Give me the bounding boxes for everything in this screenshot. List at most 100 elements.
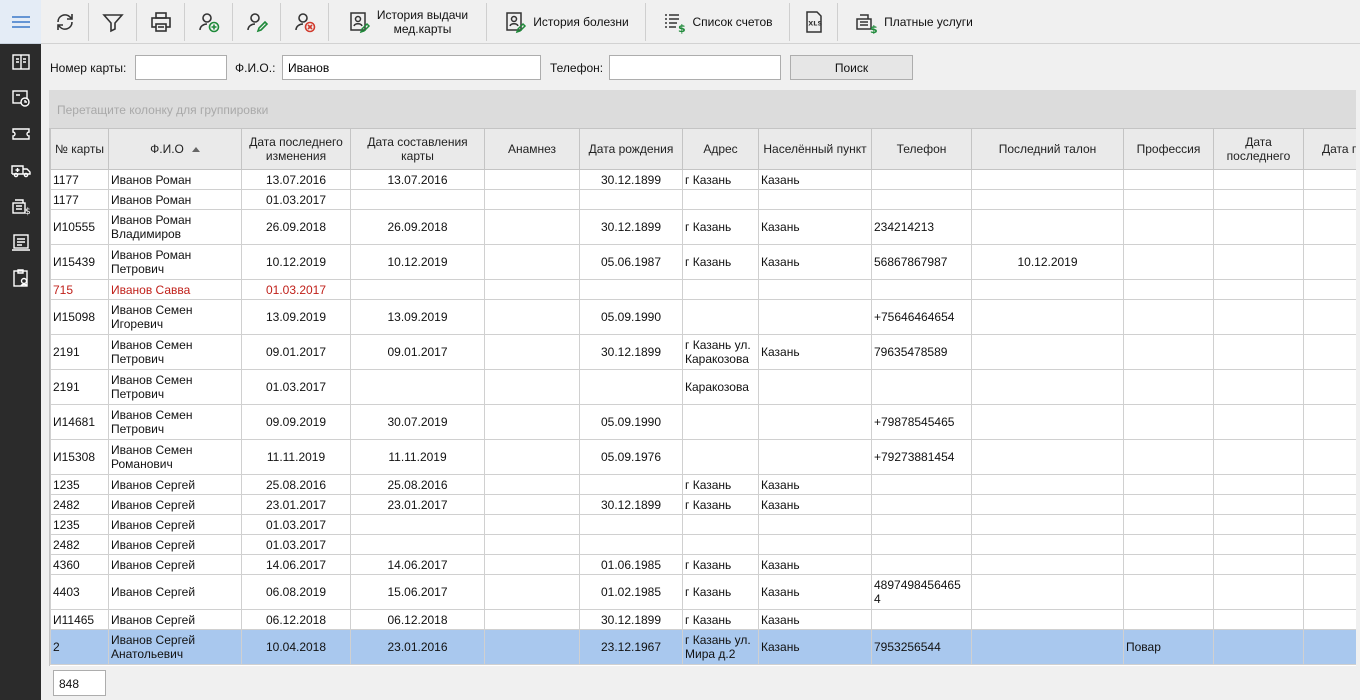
card-number-input[interactable] bbox=[135, 55, 227, 80]
table-cell[interactable] bbox=[350, 514, 485, 535]
table-cell[interactable] bbox=[1303, 404, 1356, 440]
table-cell[interactable]: г Казань bbox=[682, 474, 759, 495]
table-cell[interactable] bbox=[484, 439, 580, 475]
table-cell[interactable] bbox=[1303, 554, 1356, 575]
table-cell[interactable] bbox=[871, 514, 972, 535]
table-row[interactable]: И14681 Иванов Семен Петрович 09.09.2019 30.… bbox=[50, 404, 1356, 440]
table-cell[interactable]: Казань bbox=[758, 609, 872, 630]
table-cell[interactable] bbox=[682, 189, 759, 210]
table-cell[interactable]: г Казань bbox=[682, 209, 759, 245]
table-cell[interactable] bbox=[1123, 514, 1214, 535]
table-cell[interactable] bbox=[1303, 209, 1356, 245]
table-cell[interactable]: 10.12.2019 bbox=[350, 244, 485, 280]
table-cell[interactable] bbox=[1303, 244, 1356, 280]
table-cell[interactable]: 79635478589 bbox=[871, 334, 972, 370]
table-cell[interactable]: Иванов Савва bbox=[108, 279, 242, 300]
table-cell[interactable]: 01.03.2017 bbox=[241, 534, 351, 555]
table-cell[interactable] bbox=[484, 609, 580, 630]
table-cell[interactable] bbox=[758, 439, 872, 475]
table-cell[interactable]: 14.06.2017 bbox=[241, 554, 351, 575]
table-cell[interactable] bbox=[1123, 209, 1214, 245]
table-cell[interactable] bbox=[579, 534, 683, 555]
table-cell[interactable]: 11.11.2019 bbox=[350, 439, 485, 475]
table-cell[interactable]: И10555 bbox=[50, 209, 109, 245]
column-header[interactable]: Ф.И.О bbox=[108, 128, 242, 170]
table-cell[interactable] bbox=[484, 574, 580, 610]
table-cell[interactable]: 01.03.2017 bbox=[241, 369, 351, 405]
table-cell[interactable]: Казань bbox=[758, 554, 872, 575]
table-cell[interactable] bbox=[1303, 439, 1356, 475]
table-cell[interactable] bbox=[758, 514, 872, 535]
table-cell[interactable]: 1177 bbox=[50, 169, 109, 190]
table-cell[interactable]: Иванов Семен Игоревич bbox=[108, 299, 242, 335]
table-cell[interactable] bbox=[871, 534, 972, 555]
table-cell[interactable] bbox=[971, 169, 1124, 190]
table-cell[interactable] bbox=[1213, 369, 1304, 405]
table-row[interactable]: И10555 Иванов Роман Владимиров 26.09.2018 2… bbox=[50, 209, 1356, 245]
table-cell[interactable] bbox=[1213, 554, 1304, 575]
table-cell[interactable]: +79878545465 bbox=[871, 404, 972, 440]
table-cell[interactable] bbox=[1213, 404, 1304, 440]
table-row[interactable]: 4360 Иванов Сергей 14.06.2017 14.06.2017 01.… bbox=[50, 554, 1356, 575]
table-cell[interactable]: Казань bbox=[758, 629, 872, 665]
table-cell[interactable]: Иванов Семен Романович bbox=[108, 439, 242, 475]
table-cell[interactable] bbox=[971, 334, 1124, 370]
table-cell[interactable]: 1235 bbox=[50, 514, 109, 535]
table-cell[interactable] bbox=[484, 629, 580, 665]
table-cell[interactable] bbox=[484, 244, 580, 280]
table-cell[interactable]: 715 bbox=[50, 279, 109, 300]
table-cell[interactable]: Каракозова bbox=[682, 369, 759, 405]
table-cell[interactable] bbox=[1123, 169, 1214, 190]
table-cell[interactable] bbox=[1213, 209, 1304, 245]
filter-button[interactable] bbox=[89, 2, 137, 41]
table-cell[interactable]: 06.12.2018 bbox=[350, 609, 485, 630]
table-cell[interactable] bbox=[1303, 369, 1356, 405]
table-cell[interactable] bbox=[579, 189, 683, 210]
table-cell[interactable] bbox=[1303, 534, 1356, 555]
table-cell[interactable] bbox=[971, 189, 1124, 210]
table-cell[interactable] bbox=[1123, 474, 1214, 495]
table-cell[interactable] bbox=[1213, 334, 1304, 370]
table-cell[interactable]: +79273881454 bbox=[871, 439, 972, 475]
table-cell[interactable] bbox=[1303, 299, 1356, 335]
table-row[interactable]: И15098 Иванов Семен Игоревич 13.09.2019 13.… bbox=[50, 299, 1356, 335]
table-cell[interactable] bbox=[484, 514, 580, 535]
table-cell[interactable] bbox=[971, 404, 1124, 440]
phone-input[interactable] bbox=[609, 55, 781, 80]
search-button[interactable]: Поиск bbox=[790, 55, 913, 80]
table-cell[interactable] bbox=[971, 439, 1124, 475]
sidebar-item-appointments[interactable] bbox=[0, 80, 41, 116]
table-cell[interactable]: 25.08.2016 bbox=[241, 474, 351, 495]
table-cell[interactable]: Иванов Сергей bbox=[108, 474, 242, 495]
table-cell[interactable] bbox=[758, 189, 872, 210]
table-cell[interactable] bbox=[484, 299, 580, 335]
table-cell[interactable]: 25.08.2016 bbox=[350, 474, 485, 495]
table-row[interactable]: И15439 Иванов Роман Петрович 10.12.2019 10.… bbox=[50, 244, 1356, 280]
export-xls-button[interactable]: XLS bbox=[790, 2, 838, 41]
invoices-button[interactable]: $ Список счетов bbox=[646, 2, 790, 41]
table-cell[interactable]: 2482 bbox=[50, 534, 109, 555]
table-cell[interactable] bbox=[1213, 299, 1304, 335]
table-cell[interactable] bbox=[871, 279, 972, 300]
table-cell[interactable] bbox=[758, 404, 872, 440]
table-cell[interactable] bbox=[1213, 279, 1304, 300]
table-cell[interactable]: 10.12.2019 bbox=[241, 244, 351, 280]
table-cell[interactable] bbox=[971, 299, 1124, 335]
table-cell[interactable]: 7953256544 bbox=[871, 629, 972, 665]
column-header[interactable]: Дата составления карты bbox=[350, 128, 485, 170]
table-cell[interactable] bbox=[971, 609, 1124, 630]
table-cell[interactable]: Казань bbox=[758, 474, 872, 495]
table-cell[interactable] bbox=[484, 279, 580, 300]
table-row[interactable]: 1235 Иванов Сергей 01.03.2017 bbox=[50, 514, 1356, 535]
table-cell[interactable]: Казань bbox=[758, 244, 872, 280]
table-cell[interactable]: 11.11.2019 bbox=[241, 439, 351, 475]
table-cell[interactable] bbox=[350, 369, 485, 405]
table-cell[interactable] bbox=[682, 299, 759, 335]
table-cell[interactable] bbox=[484, 334, 580, 370]
table-row[interactable]: 715 Иванов Савва 01.03.2017 bbox=[50, 279, 1356, 300]
table-cell[interactable]: 30.12.1899 bbox=[579, 494, 683, 515]
table-cell[interactable]: 15.06.2017 bbox=[350, 574, 485, 610]
table-cell[interactable]: И14681 bbox=[50, 404, 109, 440]
table-cell[interactable] bbox=[971, 369, 1124, 405]
table-cell[interactable] bbox=[1213, 514, 1304, 535]
